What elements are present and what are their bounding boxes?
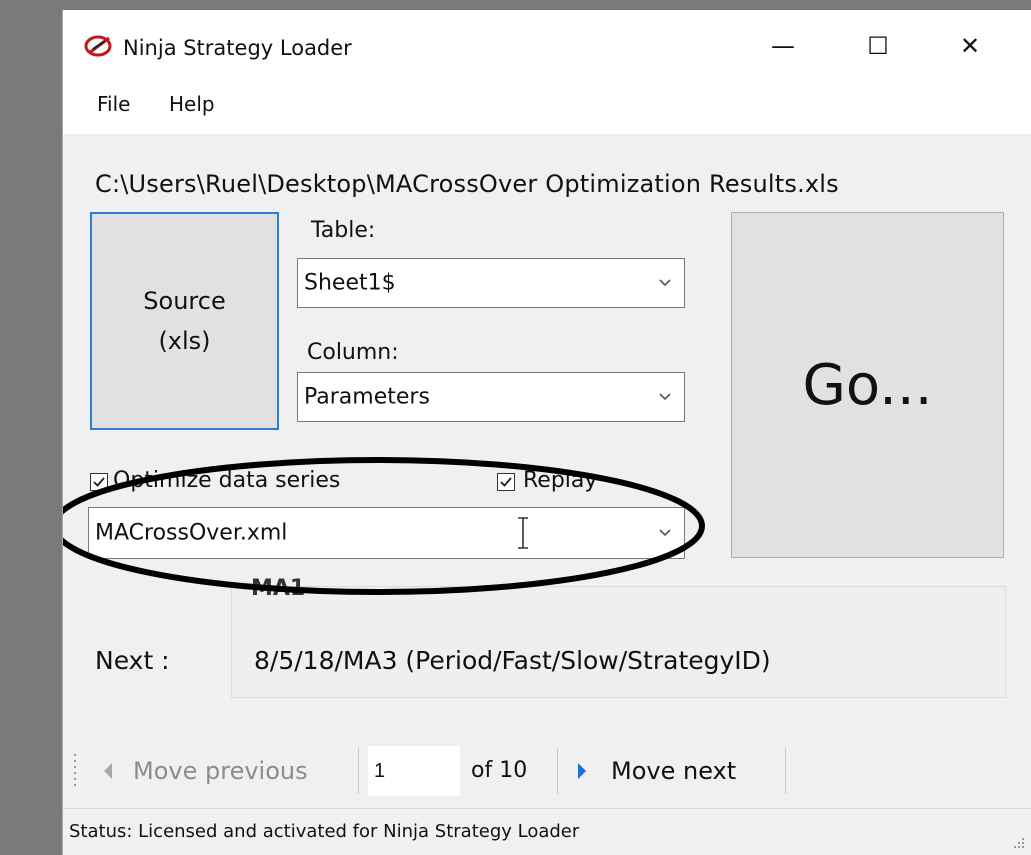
window-title: Ninja Strategy Loader bbox=[123, 36, 352, 60]
menu-bar: File Help bbox=[63, 78, 1031, 134]
maximize-button[interactable]: ☐ bbox=[858, 28, 898, 64]
resize-grip-icon[interactable] bbox=[1011, 835, 1025, 849]
minimize-button[interactable]: — bbox=[763, 28, 803, 64]
source-file-path: C:\Users\Ruel\Desktop\MACrossOver Optimi… bbox=[95, 170, 839, 198]
source-button[interactable]: Source (xls) bbox=[90, 212, 279, 430]
close-button[interactable]: ✕ bbox=[950, 28, 990, 64]
column-dropdown[interactable]: Parameters bbox=[297, 372, 685, 422]
optimize-checkbox[interactable] bbox=[90, 473, 108, 491]
toolbar-grip-icon bbox=[74, 754, 76, 786]
template-file-dropdown[interactable]: MACrossOver.xml bbox=[88, 507, 685, 559]
move-previous-label: Move previous bbox=[133, 757, 308, 785]
optimize-checkbox-label: Optimize data series bbox=[113, 468, 341, 493]
next-label: Next : bbox=[95, 646, 170, 675]
go-button[interactable]: Go... bbox=[731, 212, 1004, 558]
next-info-panel bbox=[231, 586, 1006, 698]
info-panel-header: MA1 bbox=[251, 576, 306, 601]
app-window: Ninja Strategy Loader — ☐ ✕ File Help C:… bbox=[62, 10, 1031, 855]
page-count-label: of 10 bbox=[471, 758, 528, 783]
chevron-down-icon bbox=[659, 393, 671, 401]
title-bar[interactable]: Ninja Strategy Loader — ☐ ✕ bbox=[63, 10, 1031, 78]
replay-checkbox[interactable] bbox=[497, 473, 515, 491]
toolbar-separator bbox=[557, 748, 558, 794]
text-cursor-icon bbox=[518, 517, 528, 549]
table-dropdown[interactable]: Sheet1$ bbox=[297, 258, 685, 308]
column-label: Column: bbox=[307, 340, 399, 365]
menu-help[interactable]: Help bbox=[169, 92, 215, 116]
arrow-left-icon bbox=[104, 763, 112, 779]
checkmark-icon bbox=[93, 477, 105, 487]
chevron-down-icon bbox=[659, 529, 671, 537]
go-button-label: Go... bbox=[802, 352, 933, 418]
source-button-label: Source bbox=[143, 287, 226, 315]
toolbar-separator bbox=[358, 748, 359, 794]
template-file-value: MACrossOver.xml bbox=[95, 520, 288, 546]
checkmark-icon bbox=[500, 477, 512, 487]
next-value: 8/5/18/MA3 (Period/Fast/Slow/StrategyID) bbox=[254, 646, 771, 675]
table-label: Table: bbox=[311, 218, 376, 243]
arrow-right-icon bbox=[578, 763, 586, 779]
column-dropdown-value: Parameters bbox=[304, 384, 430, 410]
replay-checkbox-label: Replay bbox=[523, 468, 598, 493]
move-next-button[interactable]: Move next bbox=[567, 748, 775, 794]
toolbar-separator bbox=[785, 748, 786, 794]
page-number-input[interactable] bbox=[368, 746, 460, 796]
record-navigator: Move previous of 10 Move next bbox=[73, 740, 786, 802]
status-text: Status: Licensed and activated for Ninja… bbox=[69, 821, 580, 842]
status-bar: Status: Licensed and activated for Ninja… bbox=[63, 808, 1031, 855]
move-next-label: Move next bbox=[611, 757, 737, 785]
source-button-sublabel: (xls) bbox=[158, 327, 211, 355]
app-logo-icon bbox=[83, 32, 117, 60]
chevron-down-icon bbox=[659, 279, 671, 287]
menu-file[interactable]: File bbox=[97, 92, 130, 116]
move-previous-button[interactable]: Move previous bbox=[93, 748, 351, 794]
table-dropdown-value: Sheet1$ bbox=[304, 270, 396, 296]
